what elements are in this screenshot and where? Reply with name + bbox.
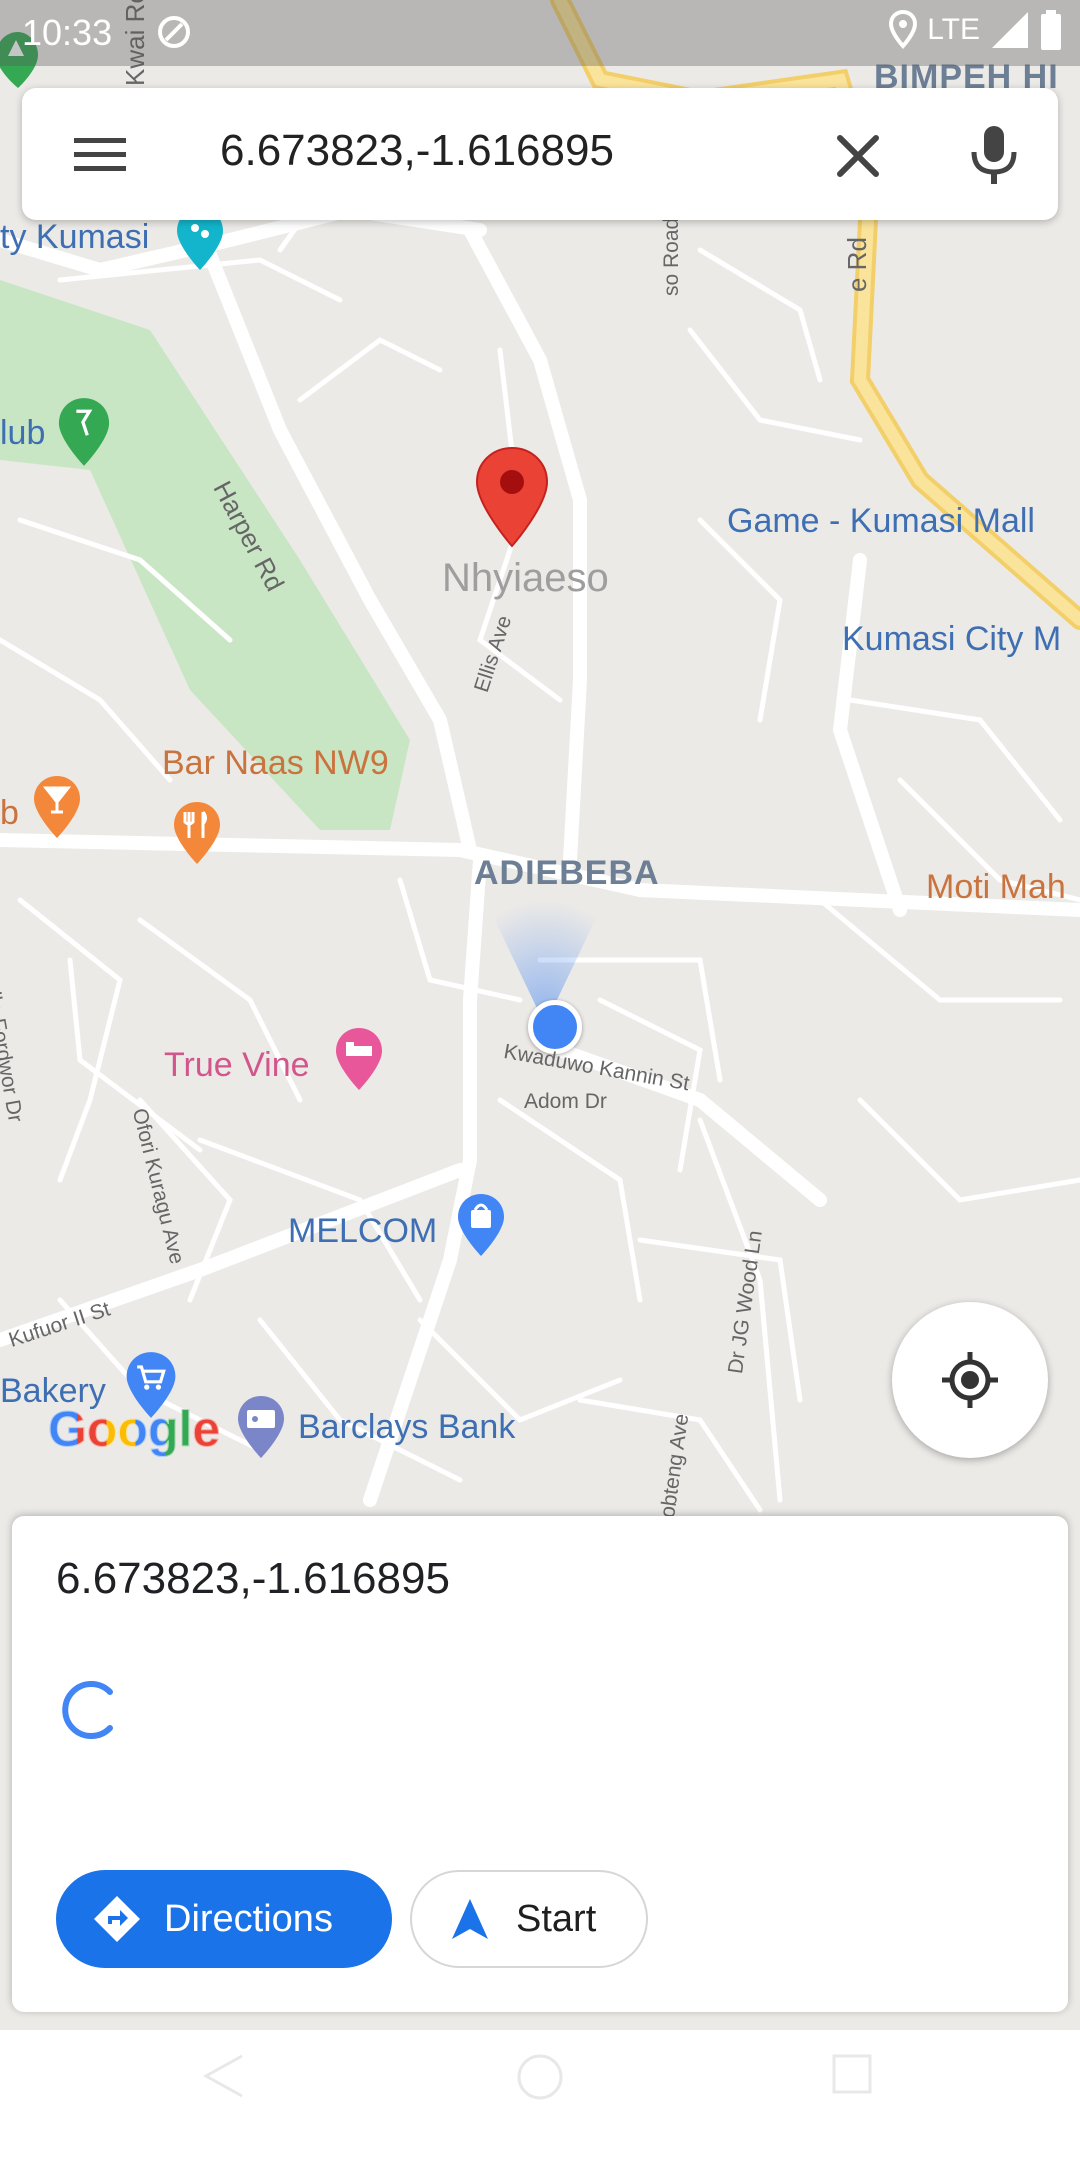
place-label-game-mall[interactable]: Game - Kumasi Mall [727, 502, 1035, 541]
street-label-e-rd: e Rd [842, 237, 872, 292]
recents-icon[interactable] [830, 2052, 874, 2096]
bar-icon[interactable] [32, 774, 82, 840]
status-bar: 10:33 LTE [0, 0, 1080, 66]
mic-icon[interactable] [966, 124, 1022, 188]
place-label-true-vine[interactable]: True Vine [164, 1046, 310, 1085]
loading-spinner-icon [62, 1681, 113, 1739]
shopping-icon[interactable] [456, 1192, 506, 1258]
signal-icon [992, 12, 1028, 48]
status-time: 10:33 [22, 12, 113, 53]
directions-icon [94, 1896, 140, 1942]
location-status-icon [889, 10, 918, 49]
directions-label: Directions [164, 1897, 333, 1940]
google-logo: Google [47, 1400, 221, 1458]
place-label-kumasi[interactable]: ty Kumasi [0, 218, 149, 257]
clear-icon[interactable] [830, 128, 886, 184]
location-pin[interactable] [475, 446, 549, 550]
search-input[interactable]: 6.673823,-1.616895 [220, 126, 614, 176]
status-icons: LTE [889, 10, 1062, 50]
place-label-club[interactable]: lub [0, 414, 45, 453]
place-label-bar-partial[interactable]: b [0, 794, 19, 833]
start-button[interactable]: Start [410, 1870, 648, 1968]
navigation-bar [0, 2030, 1080, 2160]
directions-button[interactable]: Directions [56, 1870, 392, 1968]
back-icon[interactable] [200, 2052, 248, 2100]
my-location-icon [942, 1352, 998, 1408]
menu-icon[interactable] [72, 126, 128, 182]
neighborhood-label: ADIEBEBA [474, 854, 660, 892]
navigation-arrow-icon [452, 1899, 488, 1939]
place-card-title: 6.673823,-1.616895 [56, 1554, 450, 1603]
network-type: LTE [927, 13, 980, 46]
place-label-kumasi-city[interactable]: Kumasi City M [842, 620, 1061, 659]
place-card[interactable]: 6.673823,-1.616895 Directions Start [12, 1516, 1068, 2012]
start-label: Start [516, 1897, 597, 1940]
place-label-moti[interactable]: Moti Mah [926, 868, 1066, 907]
street-label-adom: Adom Dr [524, 1090, 607, 1113]
place-label-melcom[interactable]: MELCOM [288, 1212, 437, 1251]
atm-icon[interactable] [236, 1394, 286, 1460]
hotel-icon[interactable] [334, 1026, 384, 1092]
restaurant-icon[interactable] [172, 800, 222, 866]
home-icon[interactable] [515, 2052, 565, 2102]
pin-label: Nhyiaeso [442, 556, 609, 600]
do-not-disturb-icon [158, 16, 190, 48]
place-label-bar-naas[interactable]: Bar Naas NW9 [162, 744, 389, 783]
golf-icon[interactable] [56, 396, 112, 468]
search-bar[interactable]: 6.673823,-1.616895 [22, 88, 1058, 220]
street-label-so-road: so Road [660, 217, 683, 296]
place-label-barclays[interactable]: Barclays Bank [298, 1408, 515, 1447]
my-location-button[interactable] [892, 1302, 1048, 1458]
google-logo-text: Google [47, 1401, 221, 1458]
battery-icon [1041, 10, 1061, 50]
